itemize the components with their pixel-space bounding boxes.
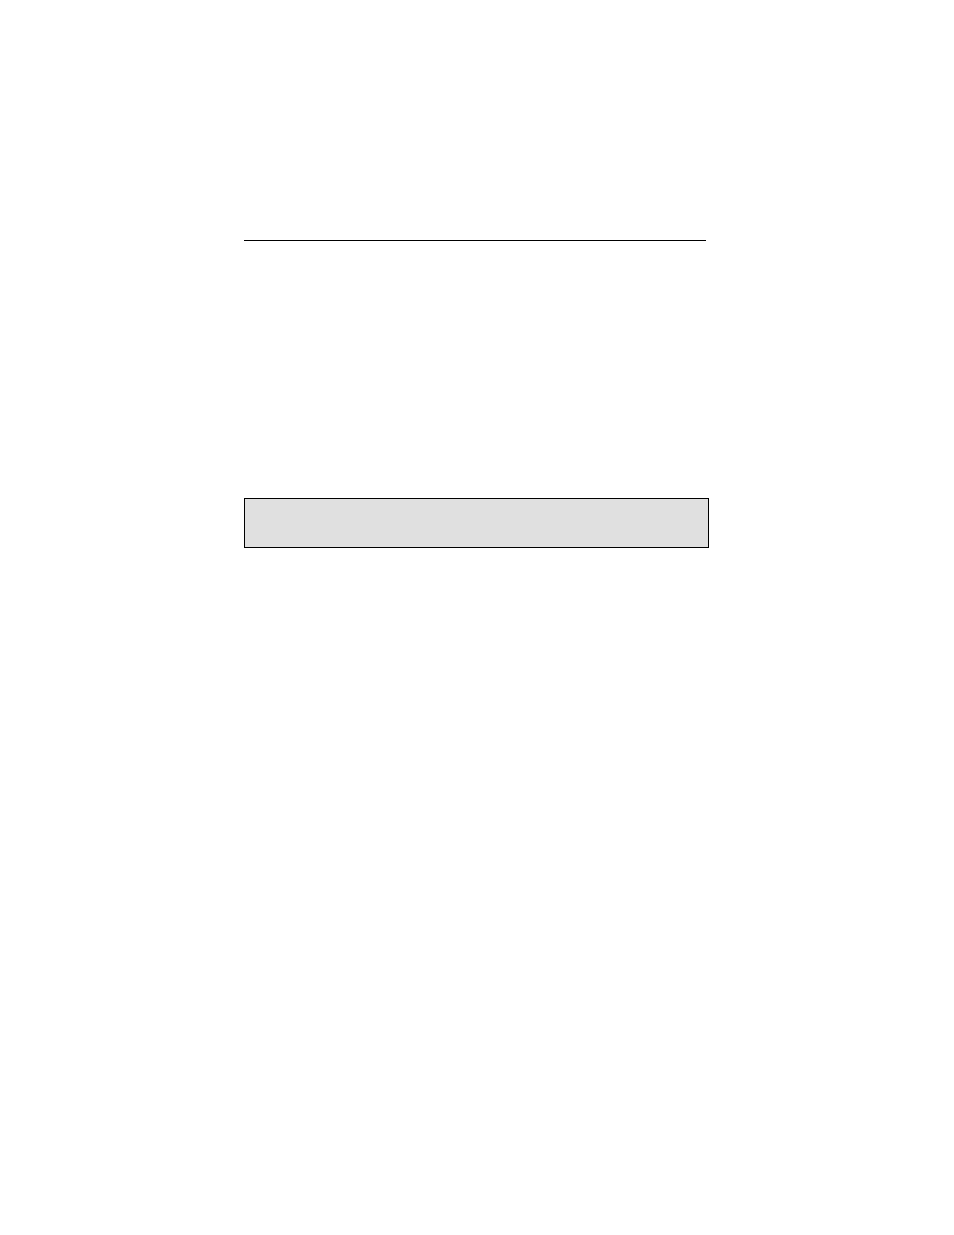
content-box <box>244 498 709 548</box>
horizontal-divider <box>244 240 706 241</box>
